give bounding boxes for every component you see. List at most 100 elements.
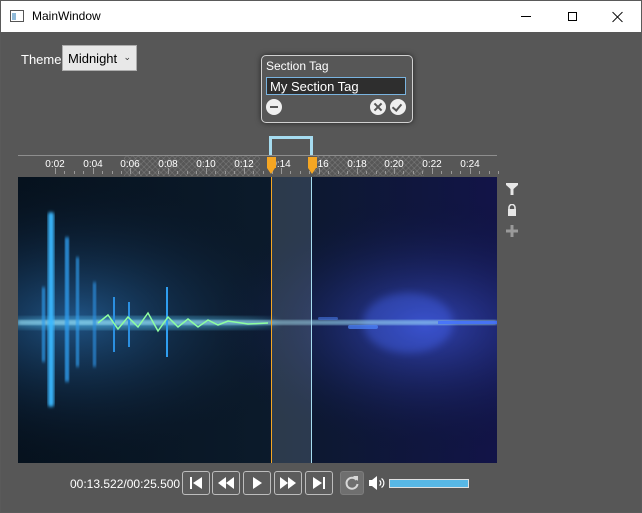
ruler-tick-label: 0:02: [45, 159, 65, 170]
close-button[interactable]: [595, 1, 641, 32]
cancel-icon: [373, 102, 383, 112]
cancel-button[interactable]: [370, 99, 386, 115]
app-icon: [10, 10, 24, 22]
end-marker-tip: [308, 168, 316, 174]
start-marker-tip: [267, 168, 275, 174]
ruler-minor-tick: [413, 171, 414, 174]
video-viewport[interactable]: [18, 177, 497, 463]
play-button[interactable]: [243, 471, 271, 495]
ruler-minor-tick: [158, 171, 159, 174]
ruler-minor-tick: [149, 171, 150, 174]
selection-start-line: [271, 177, 272, 463]
popup-title: Section Tag: [266, 59, 329, 73]
ruler-minor-tick: [215, 171, 216, 174]
ruler-minor-tick: [376, 171, 377, 174]
theme-label: Theme: [21, 52, 62, 67]
theme-selected-value: Midnight: [68, 51, 118, 66]
window-title: MainWindow: [32, 9, 101, 23]
ruler-minor-tick: [177, 171, 178, 174]
minimize-icon: [521, 16, 531, 17]
close-icon: [612, 11, 624, 23]
bracket-right: [310, 136, 313, 155]
ruler-minor-tick: [121, 171, 122, 174]
volume-fill: [390, 480, 468, 487]
ruler-minor-tick: [366, 171, 367, 174]
ruler-minor-tick: [489, 171, 490, 174]
confirm-icon: [391, 101, 403, 112]
ruler-minor-tick: [290, 171, 291, 174]
ruler-tick-label: 0:12: [234, 159, 254, 170]
rewind-button[interactable]: [212, 471, 240, 495]
ruler-tick-label: 0:24: [460, 159, 480, 170]
ruler-minor-tick: [263, 171, 264, 174]
volume-icon[interactable]: [368, 475, 388, 491]
maximize-button[interactable]: [549, 1, 595, 32]
confirm-button[interactable]: [390, 99, 406, 115]
ruler-tick-label: 0:04: [83, 159, 103, 170]
loop-button[interactable]: [340, 471, 364, 495]
theme-dropdown[interactable]: Midnight ⌄: [62, 45, 137, 71]
minimize-button[interactable]: [503, 1, 549, 32]
fast-forward-button[interactable]: [274, 471, 302, 495]
ruler-minor-tick: [300, 171, 301, 174]
bracket-top: [269, 136, 313, 139]
ruler-minor-tick: [112, 171, 113, 174]
ruler-tick-label: 0:06: [120, 159, 140, 170]
section-tag-popup: Section Tag: [261, 55, 413, 123]
selected-section-overlay: [271, 177, 311, 463]
ruler-hatch-after: [314, 156, 424, 176]
lock-icon[interactable]: [506, 203, 518, 216]
ruler-minor-tick: [347, 171, 348, 174]
ruler-minor-tick: [403, 171, 404, 174]
main-window: MainWindow Theme Midnight ⌄ Section Tag: [0, 0, 642, 513]
fast-forward-icon: [280, 477, 296, 489]
ruler-minor-tick: [338, 171, 339, 174]
ruler-minor-tick: [64, 171, 65, 174]
plus-icon[interactable]: [506, 224, 518, 237]
ruler-minor-tick: [196, 171, 197, 174]
ruler-minor-tick: [451, 171, 452, 174]
ruler-minor-tick: [187, 171, 188, 174]
ruler-tick-label: 0:18: [347, 159, 367, 170]
skip-to-start-button[interactable]: [182, 471, 210, 495]
ruler-minor-tick: [460, 171, 461, 174]
funnel-icon[interactable]: [506, 182, 518, 195]
ruler-minor-tick: [441, 171, 442, 174]
ruler-minor-tick: [328, 171, 329, 174]
ruler-minor-tick: [102, 171, 103, 174]
ruler-minor-tick: [479, 171, 480, 174]
section-start-marker[interactable]: [267, 157, 276, 174]
chevron-down-icon: ⌄: [123, 52, 131, 62]
ruler-minor-tick: [385, 171, 386, 174]
selection-end-line: [311, 177, 312, 463]
ruler-tick-label: 0:20: [384, 159, 404, 170]
timeline-ruler[interactable]: 0:02 0:04 0:06 0:08 0:10 0:12 0:14 0:16 0:18 0:20…: [18, 155, 499, 177]
ruler-minor-tick: [83, 171, 84, 174]
ruler-minor-tick: [234, 171, 235, 174]
rewind-icon: [218, 477, 234, 489]
start-marker-body: [267, 157, 276, 168]
ruler-minor-tick: [74, 171, 75, 174]
ruler-minor-tick: [498, 171, 499, 174]
remove-icon: [270, 106, 278, 108]
ruler-minor-tick: [422, 171, 423, 174]
audio-visualizer-image: [18, 177, 497, 463]
section-tag-input[interactable]: [266, 77, 406, 95]
skip-to-end-button[interactable]: [305, 471, 333, 495]
skip-start-icon: [190, 477, 202, 489]
skip-end-icon: [313, 477, 325, 489]
volume-slider[interactable]: [389, 479, 469, 488]
maximize-icon: [567, 12, 577, 21]
section-end-marker[interactable]: [308, 157, 317, 174]
section-bracket[interactable]: [269, 136, 313, 155]
playback-time: 00:13.522/00:25.500: [70, 477, 181, 491]
ruler-minor-tick: [139, 171, 140, 174]
ruler-tick-label: 0:22: [422, 159, 442, 170]
bracket-left: [269, 136, 272, 155]
ruler-minor-tick: [225, 171, 226, 174]
remove-section-button[interactable]: [266, 99, 282, 115]
play-icon: [253, 477, 262, 489]
end-marker-body: [308, 157, 317, 168]
title-bar[interactable]: MainWindow: [1, 1, 641, 32]
ruler-tick-label: 0:10: [196, 159, 216, 170]
